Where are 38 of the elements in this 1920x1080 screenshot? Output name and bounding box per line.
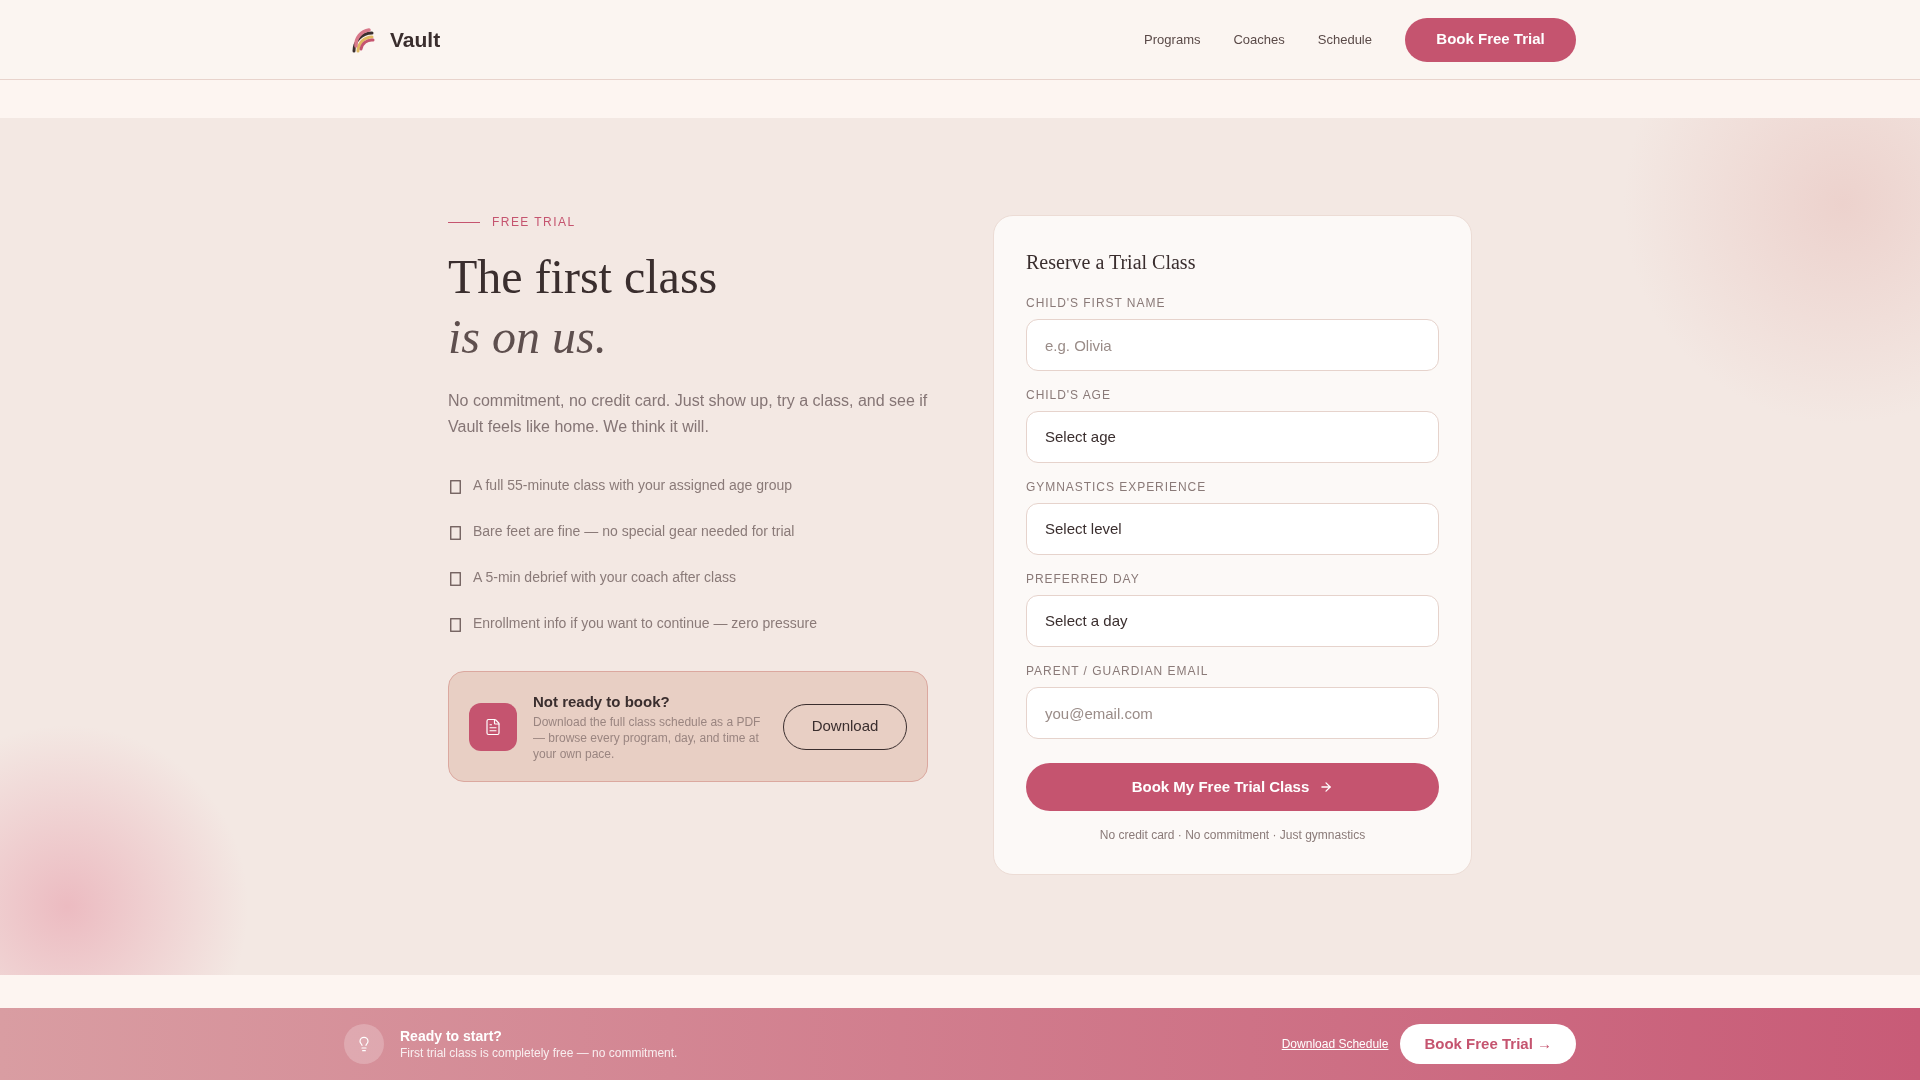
perk-text: A full 55-minute class with your assigned age group <box>473 476 793 495</box>
eyebrow-label: FREE TRIAL <box>492 215 576 229</box>
intro-text: No commitment, no credit card. Just show up, try a class, and see if Vault feels like home. We think it will. <box>448 391 928 437</box>
nav-link[interactable]: Schedule <box>1317 29 1372 50</box>
field-label: PREFERRED DAY <box>1026 572 1141 586</box>
perk-text: Bare feet are fine — no special gear needed for trial <box>473 522 795 541</box>
square-outline-icon <box>450 480 461 494</box>
dropdown-select[interactable]: Select level <box>1026 503 1439 555</box>
form-title: Reserve a Trial Class <box>1026 250 1196 274</box>
perk-text: Enrollment info if you want to continue — zero pressure <box>473 614 817 633</box>
text-input-field[interactable]: e.g. Olivia <box>1026 319 1439 371</box>
field-label: GYMNASTICS EXPERIENCE <box>1026 480 1208 494</box>
card-title: Not ready to book? <box>533 691 671 712</box>
banner-title: Ready to start? <box>400 1027 503 1045</box>
nav-link[interactable]: Coaches <box>1233 29 1285 50</box>
brand-name: Vault <box>390 26 441 53</box>
banner-book-button[interactable]: Book Free Trial → <box>1400 1024 1576 1064</box>
form-note: No credit card · No commitment · Just gymnastics <box>1098 828 1367 842</box>
lightbulb-icon <box>344 1024 384 1064</box>
perk-text: A 5-min debrief with your coach after class <box>473 568 736 587</box>
card-description: Download the full class schedule as a PDF — browse every program, day, and time at your own pace. <box>533 713 762 762</box>
document-icon <box>469 702 517 751</box>
headline: The first class <box>448 249 718 305</box>
dropdown-select[interactable]: Select age <box>1026 411 1439 463</box>
square-outline-icon <box>450 526 461 540</box>
square-outline-icon <box>450 618 461 632</box>
field-label: CHILD'S FIRST NAME <box>1026 296 1167 310</box>
nav-link[interactable]: Programs <box>1144 29 1201 50</box>
email-input-field[interactable]: you@email.com <box>1026 687 1439 739</box>
headline-italic: is on us. <box>448 309 607 365</box>
logo-icon <box>350 26 376 53</box>
square-outline-icon <box>450 572 461 586</box>
banner-text: First trial class is completely free — no commitment. <box>400 1045 678 1061</box>
book-trial-button[interactable]: Book Free Trial <box>1405 17 1576 62</box>
field-label: CHILD'S AGE <box>1026 388 1112 402</box>
field-label: PARENT / GUARDIAN EMAIL <box>1026 664 1210 678</box>
dropdown-select[interactable]: Select a day <box>1026 595 1439 647</box>
submit-button[interactable]: Book My Free Trial Class <box>1026 763 1439 811</box>
